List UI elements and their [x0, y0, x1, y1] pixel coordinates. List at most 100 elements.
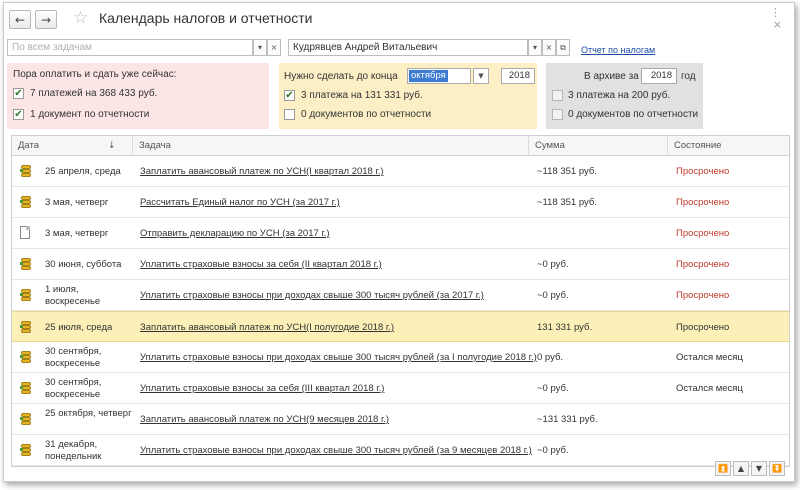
row-task-link[interactable]: Заплатить авансовый платеж по УСН(I полу… [140, 322, 394, 333]
coins-icon [20, 412, 32, 426]
scroll-up-button[interactable]: ▲ [733, 461, 749, 476]
row-date: 3 мая, четверг [45, 197, 109, 208]
row-state: Просрочено [676, 166, 730, 177]
row-task-link[interactable]: Рассчитать Единый налог по УСН (за 2017 … [140, 197, 340, 208]
row-date: 30 июня, суббота [45, 259, 122, 270]
row-state: Просрочено [676, 290, 730, 301]
column-task[interactable]: Задача [133, 136, 529, 156]
person-select-input[interactable]: Кудрявцев Андрей Витальевич [288, 39, 528, 56]
table-body: 25 апреля, среда Заплатить авансовый плат… [12, 156, 789, 466]
page-title: Календарь налогов и отчетности [99, 10, 313, 26]
table-row[interactable]: 30 сентября, воскресенье Уплатить страхов… [12, 342, 789, 373]
coins-icon [20, 195, 32, 209]
row-sum: 0 руб. [537, 352, 564, 363]
task-filter-clear-icon[interactable]: × [267, 39, 281, 56]
coins-icon [20, 443, 32, 457]
row-task-link[interactable]: Заплатить авансовый платеж по УСН(9 меся… [140, 414, 389, 425]
row-state: Просрочено [676, 259, 730, 270]
task-filter-input[interactable]: По всем задачам [7, 39, 253, 56]
row-date: 30 сентября, воскресенье [45, 346, 102, 369]
todo-documents-summary: 0 документов по отчетности [301, 109, 432, 120]
table-row[interactable]: 3 мая, четверг Отправить декларацию по УС… [12, 218, 789, 249]
column-sum[interactable]: Сумма [529, 136, 668, 156]
panel-archive: В архиве за 2018 год 3 платежа на 200 ру… [546, 63, 703, 129]
row-date: 25 апреля, среда [45, 166, 121, 177]
person-open-icon[interactable]: ⧉ [556, 39, 570, 56]
column-state[interactable]: Состояние [668, 136, 789, 156]
close-icon[interactable]: × [773, 18, 782, 31]
archive-year-suffix: год [681, 71, 696, 82]
row-date: 30 сентября, воскресенье [45, 377, 102, 400]
row-sum: ~0 руб. [537, 383, 569, 394]
archive-documents-checkbox[interactable] [552, 109, 563, 120]
scroll-down-button[interactable]: ▼ [751, 461, 767, 476]
row-date: 1 июля, воскресенье [45, 284, 101, 307]
coins-icon [20, 288, 32, 302]
documents-checkbox[interactable]: ✔ [13, 109, 24, 120]
row-task-link[interactable]: Отправить декларацию по УСН (за 2017 г.) [140, 228, 330, 239]
row-task-link[interactable]: Уплатить страховые взносы за себя (II кв… [140, 259, 382, 270]
month-dropdown-icon[interactable]: ▼ [473, 68, 489, 84]
row-task-link[interactable]: Заплатить авансовый платеж по УСН(I квар… [140, 166, 384, 177]
row-state: Просрочено [676, 197, 730, 208]
arrow-left-icon: ← [14, 12, 26, 27]
favorite-star-icon[interactable]: ☆ [73, 8, 88, 28]
person-clear-icon[interactable]: × [542, 39, 556, 56]
tasks-table: Дата ↓ Задача Сумма Состояние 25 апреля, … [11, 135, 790, 467]
table-header: Дата ↓ Задача Сумма Состояние [12, 136, 789, 156]
sort-arrow-icon: ↓ [108, 141, 116, 151]
task-filter-dropdown-icon[interactable]: ▾ [253, 39, 267, 56]
person-dropdown-icon[interactable]: ▾ [528, 39, 542, 56]
document-icon [20, 226, 32, 240]
tax-report-link[interactable]: Отчет по налогам [581, 45, 655, 55]
coins-icon [20, 164, 32, 178]
back-button[interactable]: ← [9, 10, 31, 29]
archive-documents-summary: 0 документов по отчетности [568, 109, 699, 120]
coins-icon [20, 320, 32, 334]
panel-todo: Нужно сделать до конца октября ▼ 2018 ✔ … [279, 63, 537, 129]
row-date: 25 октября, четверг [45, 408, 132, 419]
table-row[interactable]: 30 июня, суббота Уплатить страховые взнос… [12, 249, 789, 280]
row-date: 3 мая, четверг [45, 228, 109, 239]
table-row[interactable]: 25 апреля, среда Заплатить авансовый плат… [12, 156, 789, 187]
archive-label: В архиве за [584, 71, 639, 82]
row-task-link[interactable]: Уплатить страховые взносы при доходах св… [140, 445, 532, 456]
forward-button[interactable]: → [35, 10, 57, 29]
archive-payments-checkbox[interactable] [552, 90, 563, 101]
table-row[interactable]: 25 июля, среда Заплатить авансовый платеж… [12, 311, 789, 342]
row-date: 31 декабря, понедельник [45, 439, 102, 462]
table-row[interactable]: 25 октября, четверг Заплатить авансовый п… [12, 404, 789, 435]
row-state: Просрочено [676, 322, 730, 333]
payments-checkbox[interactable]: ✔ [13, 88, 24, 99]
todo-payments-summary: 3 платежа на 131 331 руб. [301, 90, 423, 101]
table-row[interactable]: 3 мая, четверг Рассчитать Единый налог по… [12, 187, 789, 218]
archive-year-input[interactable]: 2018 [641, 68, 677, 84]
row-sum: ~118 351 руб. [537, 166, 597, 177]
panel-due-now-label: Пора оплатить и сдать уже сейчас: [13, 69, 177, 80]
column-date[interactable]: Дата ↓ [12, 136, 133, 156]
row-task-link[interactable]: Уплатить страховые взносы за себя (III к… [140, 383, 384, 394]
table-row[interactable]: 31 декабря, понедельник Уплатить страховы… [12, 435, 789, 466]
coins-icon [20, 381, 32, 395]
arrow-right-icon: → [40, 12, 52, 27]
table-row[interactable]: 1 июля, воскресенье Уплатить страховые вз… [12, 280, 789, 311]
app-window: ← → ☆ Календарь налогов и отчетности ⋮ ×… [3, 2, 795, 482]
table-row[interactable]: 30 сентября, воскресенье Уплатить страхов… [12, 373, 789, 404]
documents-summary: 1 документ по отчетности [30, 109, 150, 120]
todo-documents-checkbox[interactable] [284, 109, 295, 120]
row-task-link[interactable]: Уплатить страховые взносы при доходах св… [140, 352, 537, 363]
month-select[interactable]: октября [407, 68, 471, 84]
scroll-top-button[interactable]: ⏫ [715, 461, 731, 476]
year-input[interactable]: 2018 [501, 68, 535, 84]
row-sum: ~118 351 руб. [537, 197, 597, 208]
row-task-link[interactable]: Уплатить страховые взносы при доходах св… [140, 290, 484, 301]
row-sum: ~131 331 руб. [537, 414, 598, 425]
todo-payments-checkbox[interactable]: ✔ [284, 90, 295, 101]
month-value: октября [409, 70, 448, 82]
archive-payments-summary: 3 платежа на 200 руб. [568, 90, 671, 101]
panel-todo-label: Нужно сделать до конца [284, 71, 398, 82]
panel-due-now: Пора оплатить и сдать уже сейчас: ✔ 7 пл… [7, 63, 269, 129]
row-sum: ~0 руб. [537, 259, 569, 270]
scroll-bottom-button[interactable]: ⏬ [769, 461, 785, 476]
row-sum: ~0 руб. [537, 290, 569, 301]
